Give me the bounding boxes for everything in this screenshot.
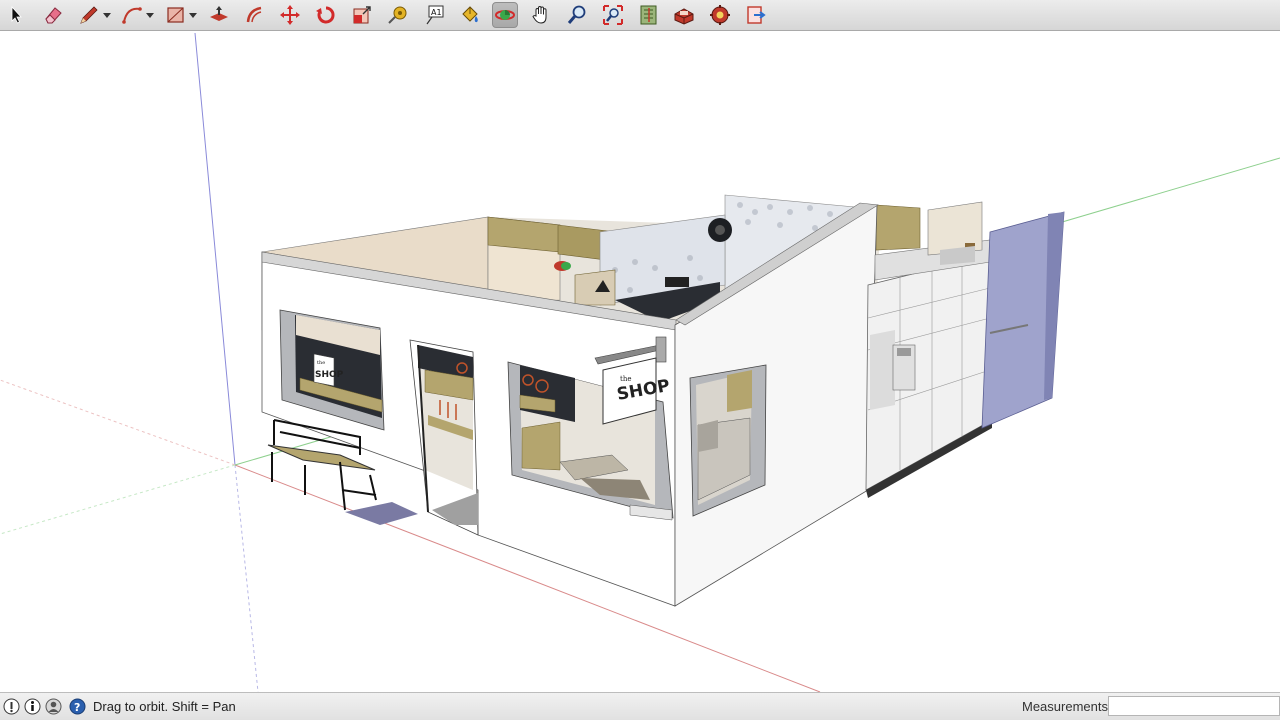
- eraser-tool-button[interactable]: [40, 2, 66, 28]
- offset-icon: [246, 6, 262, 23]
- rotate-icon: [316, 6, 335, 24]
- text-label-icon: A1: [426, 5, 444, 25]
- wood-post: [875, 204, 921, 251]
- main-toolbar: A1: [0, 0, 1280, 31]
- extension-manager-icon: [710, 5, 730, 25]
- text-tool-button[interactable]: A1: [421, 2, 447, 28]
- offset-tool-button[interactable]: [242, 2, 268, 28]
- paint-bucket-icon: [462, 6, 478, 23]
- instructor-help-icon[interactable]: ?: [69, 698, 86, 715]
- 3d-model-scene: the SHOP the SHOP: [0, 32, 1280, 692]
- user-account-icon[interactable]: [45, 698, 62, 715]
- pan-hand-icon: [532, 5, 547, 24]
- window-sign-big-text: SHOP: [315, 370, 344, 380]
- chevron-down-icon: [189, 13, 197, 18]
- rectangle-shape-icon: [167, 7, 184, 23]
- measurements-input[interactable]: [1108, 696, 1280, 716]
- push-pull-tool-button[interactable]: [206, 2, 232, 28]
- send-to-layout-icon: [747, 6, 766, 24]
- tape-measure-icon: [388, 6, 407, 24]
- geo-location-icon[interactable]: [3, 698, 20, 715]
- send-to-layout-button[interactable]: [743, 2, 769, 28]
- interior-door: [574, 269, 616, 306]
- arc-icon: [122, 7, 142, 24]
- extension-warehouse-icon: [674, 8, 694, 25]
- chevron-down-icon: [146, 13, 154, 18]
- window-sign-small-text: the: [317, 360, 325, 366]
- orbit-icon: [495, 10, 515, 20]
- zoom-magnifier-icon: [567, 5, 586, 24]
- red-axis-negative: [0, 379, 236, 466]
- pan-tool-button[interactable]: [528, 2, 554, 28]
- scale-tool-button[interactable]: [349, 2, 375, 28]
- move-icon: [280, 5, 300, 25]
- select-tool-button[interactable]: [3, 2, 29, 28]
- center-cabinet: [521, 421, 561, 471]
- chevron-down-icon: [103, 13, 111, 18]
- measurements-label: Measurements: [1022, 699, 1108, 714]
- paint-bucket-tool-button[interactable]: [457, 2, 483, 28]
- 3d-warehouse-button[interactable]: [636, 2, 662, 28]
- rotate-tool-button[interactable]: [313, 2, 339, 28]
- orbit-tool-button[interactable]: [492, 2, 518, 28]
- extension-manager-button[interactable]: [707, 2, 733, 28]
- move-tool-button[interactable]: [277, 2, 303, 28]
- svg-text:?: ?: [74, 701, 80, 714]
- 3d-warehouse-icon: [640, 5, 657, 25]
- push-pull-icon: [210, 6, 228, 21]
- scale-icon: [353, 6, 371, 24]
- arc-tool-dropdown[interactable]: [146, 10, 154, 20]
- svg-text:A1: A1: [431, 8, 442, 17]
- eraser-icon: [45, 7, 62, 24]
- green-axis-negative: [0, 464, 236, 535]
- arc-tool-button[interactable]: [119, 2, 145, 28]
- zoom-tool-button[interactable]: [564, 2, 590, 28]
- light-fixture: [665, 277, 689, 287]
- status-bar: ? Drag to orbit. Shift = Pan Measurement…: [0, 692, 1280, 720]
- shape-tool-dropdown[interactable]: [189, 10, 197, 20]
- line-tool-button[interactable]: [76, 2, 102, 28]
- pencil-line-icon: [80, 6, 98, 24]
- blue-axis-negative: [234, 464, 259, 692]
- doormat: [345, 502, 418, 525]
- line-tool-dropdown[interactable]: [103, 10, 111, 20]
- blue-axis: [194, 32, 236, 466]
- tape-measure-tool-button[interactable]: [385, 2, 411, 28]
- zoom-extents-tool-button[interactable]: [600, 2, 626, 28]
- extension-warehouse-button[interactable]: [671, 2, 697, 28]
- select-arrow-icon: [11, 5, 22, 24]
- zoom-extents-icon: [603, 5, 623, 25]
- status-hint: Drag to orbit. Shift = Pan: [93, 699, 236, 714]
- model-viewport[interactable]: the SHOP the SHOP: [0, 31, 1280, 692]
- shape-tool-button[interactable]: [163, 2, 189, 28]
- credits-info-icon[interactable]: [24, 698, 41, 715]
